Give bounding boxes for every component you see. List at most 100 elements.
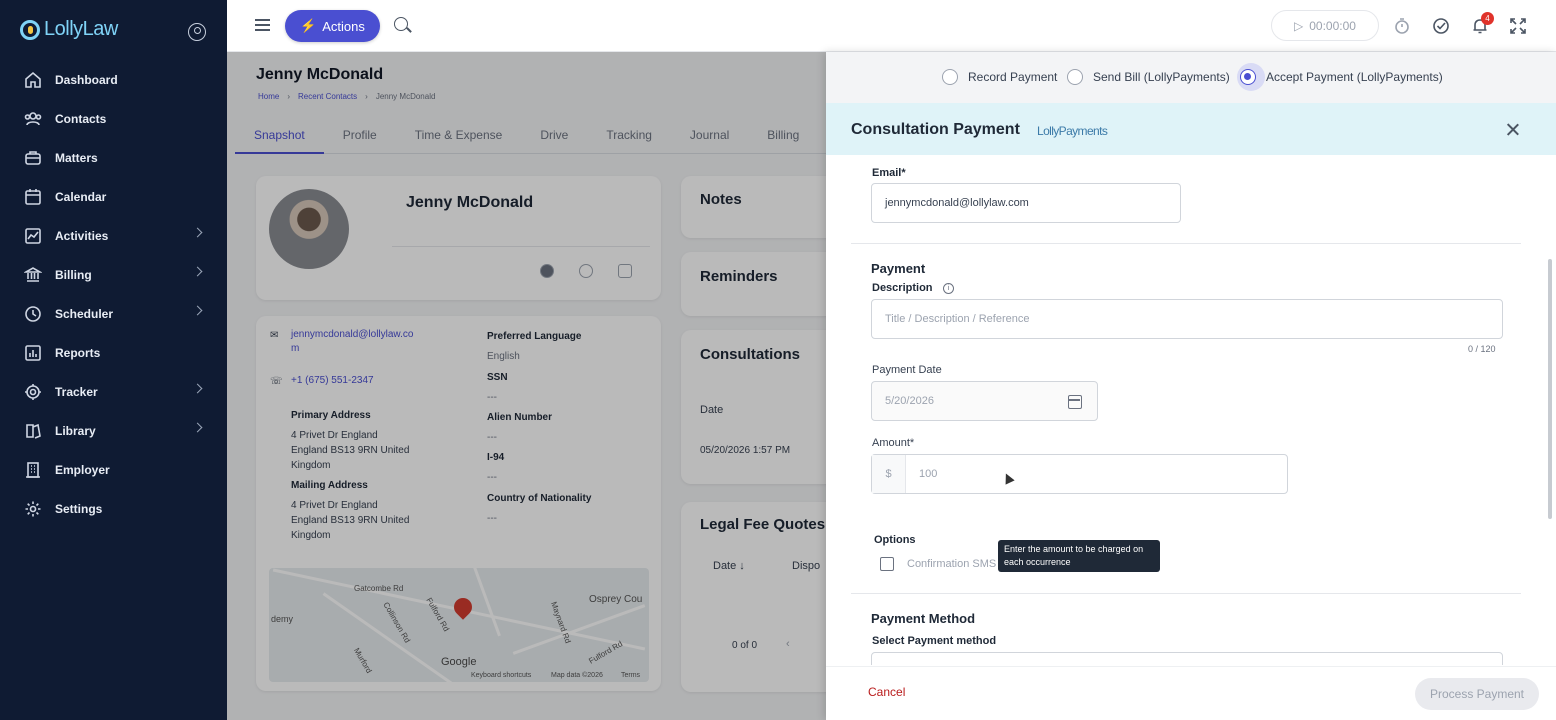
- radio-button-selected[interactable]: [1240, 69, 1256, 85]
- clock-icon: [24, 305, 42, 323]
- chevron-right-icon: [192, 422, 203, 433]
- actions-button[interactable]: ⚡ Actions: [285, 10, 380, 42]
- payment-date-field[interactable]: 5/20/2026: [871, 381, 1098, 421]
- amount-input[interactable]: $ 100: [871, 454, 1288, 494]
- currency-prefix: $: [872, 455, 906, 493]
- play-icon[interactable]: ▷: [1294, 19, 1303, 33]
- sidebar-item-label: Settings: [55, 501, 103, 516]
- amount-label: Amount*: [872, 437, 915, 449]
- stopwatch-icon[interactable]: [1393, 17, 1411, 35]
- sidebar-item-employer[interactable]: Employer: [0, 450, 227, 489]
- sidebar-item-label: Library: [55, 423, 96, 438]
- payment-mode-selector: Record Payment Send Bill (LollyPayments)…: [826, 52, 1556, 103]
- radio-label: Accept Payment (LollyPayments): [1266, 70, 1443, 84]
- target-icon: [24, 383, 42, 401]
- amount-placeholder: 100: [919, 468, 938, 480]
- task-check-icon[interactable]: [1432, 17, 1450, 35]
- chevron-right-icon: [192, 266, 203, 277]
- description-char-counter: 0 / 120: [1468, 344, 1496, 354]
- process-payment-label: Process Payment: [1429, 687, 1525, 701]
- sidebar-item-label: Scheduler: [55, 306, 114, 321]
- description-placeholder: Title / Description / Reference: [885, 313, 1030, 325]
- close-icon[interactable]: [1506, 123, 1519, 136]
- notification-badge: 4: [1481, 12, 1494, 25]
- sidebar-item-contacts[interactable]: Contacts: [0, 99, 227, 138]
- drawer-scrollbar[interactable]: [1548, 259, 1552, 519]
- briefcase-icon: [24, 149, 42, 167]
- modal-backdrop[interactable]: [227, 52, 827, 720]
- lollylaw-logo-icon: [20, 19, 40, 40]
- sidebar-item-matters[interactable]: Matters: [0, 138, 227, 177]
- info-icon[interactable]: i: [943, 283, 954, 294]
- search-icon[interactable]: [394, 17, 408, 31]
- sidebar: LollyLaw Dashboard Contacts Matters Cale…: [0, 0, 227, 720]
- confirmation-sms-checkbox[interactable]: [880, 557, 894, 571]
- fullscreen-icon[interactable]: [1509, 17, 1527, 35]
- payment-date-label: Payment Date: [872, 364, 942, 376]
- sidebar-item-label: Reports: [55, 345, 101, 360]
- amount-tooltip: Enter the amount to be charged on each o…: [998, 540, 1160, 572]
- sidebar-item-label: Employer: [55, 462, 110, 477]
- sidebar-item-scheduler[interactable]: Scheduler: [0, 294, 227, 333]
- radio-label: Record Payment: [968, 70, 1058, 84]
- radio-send-bill[interactable]: Send Bill (LollyPayments): [1067, 69, 1230, 85]
- sidebar-item-billing[interactable]: Billing: [0, 255, 227, 294]
- radio-record-payment[interactable]: Record Payment: [942, 69, 1057, 85]
- actions-button-label: Actions: [322, 18, 365, 34]
- app-root: LollyLaw Dashboard Contacts Matters Cale…: [0, 0, 1556, 720]
- payment-method-select[interactable]: [871, 652, 1503, 665]
- top-bar: ⚡ Actions ▷ 00:00:00 4: [227, 0, 1556, 52]
- drawer-footer: Cancel Process Payment: [826, 666, 1556, 720]
- timer-widget[interactable]: ▷ 00:00:00: [1271, 10, 1379, 41]
- sidebar-item-label: Dashboard: [55, 72, 118, 87]
- email-field[interactable]: jennymcdonald@lollylaw.com: [871, 183, 1181, 223]
- sidebar-item-library[interactable]: Library: [0, 411, 227, 450]
- library-icon: [24, 422, 42, 440]
- sidebar-item-label: Calendar: [55, 189, 107, 204]
- radio-button[interactable]: [942, 69, 958, 85]
- email-label: Email*: [872, 167, 906, 179]
- sidebar-item-label: Matters: [55, 150, 98, 165]
- select-payment-label: Select Payment method: [872, 635, 997, 647]
- divider: [851, 593, 1521, 594]
- sidebar-item-calendar[interactable]: Calendar: [0, 177, 227, 216]
- drawer-body: Email* jennymcdonald@lollylaw.com Paymen…: [826, 155, 1556, 665]
- confirmation-sms-label[interactable]: Confirmation SMS: [907, 558, 996, 570]
- sidebar-item-settings[interactable]: Settings: [0, 489, 227, 528]
- payment-section-title: Payment: [871, 261, 926, 276]
- payment-drawer: Record Payment Send Bill (LollyPayments)…: [826, 52, 1556, 720]
- calendar-icon[interactable]: [1068, 395, 1082, 409]
- building-icon: [24, 461, 42, 479]
- gear-icon: [24, 500, 42, 518]
- chart-icon: [24, 344, 42, 362]
- radio-button[interactable]: [1067, 69, 1083, 85]
- process-payment-button[interactable]: Process Payment: [1415, 678, 1539, 710]
- cancel-button[interactable]: Cancel: [868, 685, 905, 699]
- chevron-right-icon: [192, 305, 203, 316]
- chevron-right-icon: [192, 383, 203, 394]
- calendar-icon: [24, 188, 42, 206]
- sidebar-item-label: Tracker: [55, 384, 98, 399]
- drawer-header: Consultation Payment LollyPayments: [826, 103, 1556, 155]
- sidebar-item-dashboard[interactable]: Dashboard: [0, 60, 227, 99]
- payment-date-value: 5/20/2026: [885, 395, 934, 407]
- radio-label: Send Bill (LollyPayments): [1093, 70, 1230, 84]
- timer-value: 00:00:00: [1309, 18, 1356, 33]
- chevron-right-icon: [192, 227, 203, 238]
- description-input[interactable]: Title / Description / Reference: [871, 299, 1503, 339]
- app-logo-text: LollyLaw: [44, 18, 118, 40]
- sidebar-item-activities[interactable]: Activities: [0, 216, 227, 255]
- drawer-title: Consultation Payment: [851, 121, 1020, 138]
- menu-icon[interactable]: [255, 19, 270, 31]
- sidebar-item-label: Contacts: [55, 111, 107, 126]
- sidebar-item-tracker[interactable]: Tracker: [0, 372, 227, 411]
- options-label: Options: [874, 534, 916, 546]
- payment-method-title: Payment Method: [871, 611, 976, 626]
- radio-accept-payment[interactable]: Accept Payment (LollyPayments): [1240, 69, 1443, 85]
- lollypayments-logo: LollyPayments: [1037, 124, 1108, 138]
- divider: [851, 243, 1521, 244]
- sidebar-item-reports[interactable]: Reports: [0, 333, 227, 372]
- app-logo[interactable]: LollyLaw: [20, 18, 118, 41]
- lightning-icon: ⚡: [300, 18, 317, 33]
- account-icon[interactable]: [188, 23, 206, 41]
